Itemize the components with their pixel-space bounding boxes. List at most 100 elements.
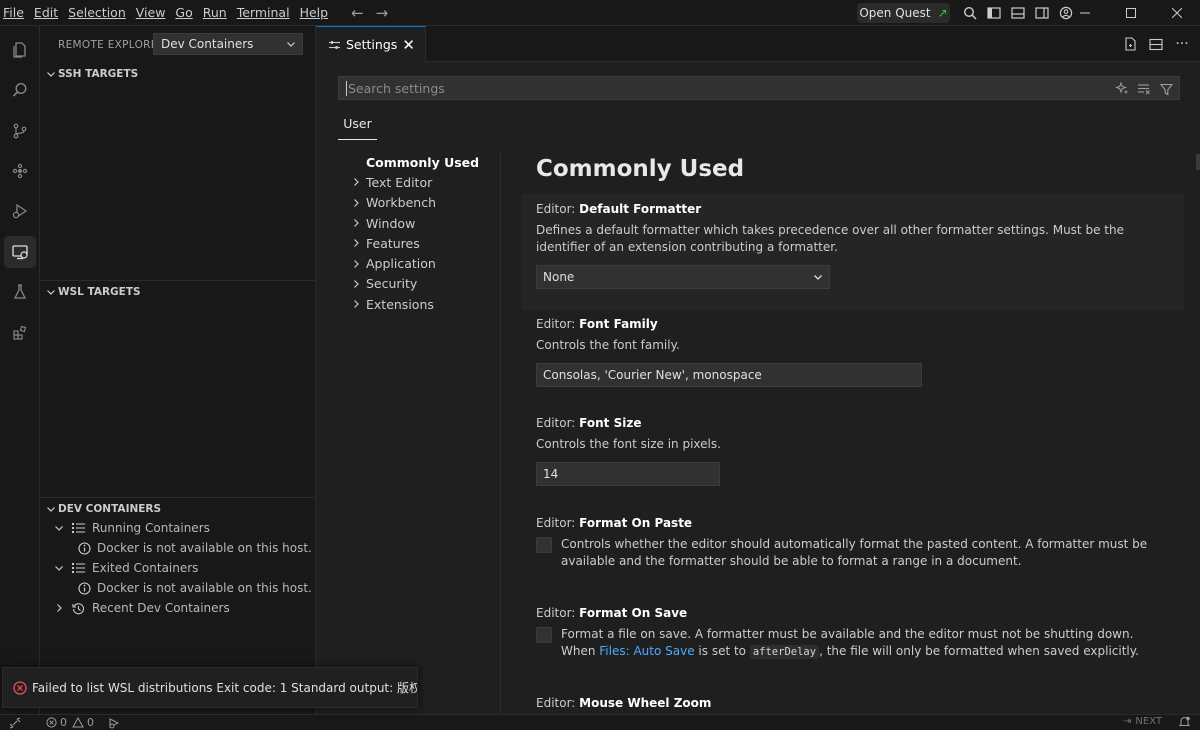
close-window-icon[interactable] — [1154, 0, 1200, 26]
list-icon — [70, 562, 86, 574]
minimize-icon[interactable] — [1062, 0, 1108, 26]
open-settings-json-icon[interactable] — [1120, 37, 1140, 51]
notifications-bell-icon[interactable] — [1178, 716, 1191, 730]
default-formatter-select[interactable]: None — [536, 265, 830, 289]
setting-description: Controls whether the editor should autom… — [561, 537, 1148, 568]
list-icon — [70, 522, 86, 534]
toc-item-commonly-used[interactable]: Commonly Used — [338, 152, 500, 172]
remote-explorer-sidebar: REMOTE EXPLORER Dev Containers SSH TARGE… — [40, 26, 316, 714]
files-auto-save-link[interactable]: Files: Auto Save — [599, 644, 694, 658]
toc-item-text-editor[interactable]: Text Editor — [338, 172, 500, 192]
toc-item-application[interactable]: Application — [338, 253, 500, 273]
menu-run[interactable]: Run — [198, 0, 232, 26]
toc-item-workbench[interactable]: Workbench — [338, 193, 500, 213]
chevron-right-icon — [348, 177, 364, 187]
extensions-icon[interactable] — [4, 155, 36, 187]
open-quest-button[interactable]: Open Quest ↗ — [857, 3, 950, 23]
settings-toc: Commonly Used Text Editor Workbench Wind… — [338, 152, 500, 314]
remote-type-dropdown[interactable]: Dev Containers — [153, 33, 303, 55]
section-wsl-targets[interactable]: WSL TARGETS — [40, 280, 315, 302]
close-tab-icon[interactable]: ✕ — [402, 36, 415, 54]
toggle-panel-icon[interactable] — [1006, 0, 1030, 26]
setting-checkbox-row: Controls whether the editor should autom… — [536, 536, 1170, 570]
setting-title: Editor: Font Family — [536, 317, 658, 331]
format-on-save-checkbox[interactable] — [536, 627, 552, 643]
settings-group-heading: Commonly Used — [536, 156, 745, 182]
format-on-paste-checkbox[interactable] — [536, 537, 552, 553]
setting-title: Editor: Format On Save — [536, 606, 688, 620]
toc-item-features[interactable]: Features — [338, 233, 500, 253]
more-actions-icon[interactable]: ··· — [1172, 36, 1192, 52]
toggle-primary-sidebar-icon[interactable] — [982, 0, 1006, 26]
chevron-right-icon — [348, 218, 364, 228]
menu-selection[interactable]: Selection — [63, 0, 131, 26]
error-icon — [13, 680, 27, 695]
next-arrow-icon: ⇥ — [1123, 716, 1132, 727]
menu-go[interactable]: Go — [170, 0, 197, 26]
window-controls — [1062, 0, 1200, 26]
tab-settings[interactable]: Settings ✕ — [316, 26, 426, 62]
error-notification[interactable]: Failed to list WSL distributions Exit co… — [2, 667, 418, 708]
toc-item-extensions[interactable]: Extensions — [338, 294, 500, 314]
menu-bar: File Edit Selection View Go Run Terminal… — [0, 0, 333, 26]
section-ssh-targets[interactable]: SSH TARGETS — [40, 63, 315, 85]
chevron-down-icon — [814, 275, 822, 280]
back-arrow-icon[interactable]: ← — [351, 4, 364, 22]
menu-edit[interactable]: Edit — [29, 0, 63, 26]
text-caret — [346, 80, 347, 96]
tree-item-docker-message: Docker is not available on this host. — [40, 578, 315, 598]
menu-terminal[interactable]: Terminal — [232, 0, 295, 26]
sparkle-icon[interactable] — [1113, 80, 1131, 98]
setting-checkbox-row: Format a file on save. A formatter must … — [536, 626, 1170, 661]
forward-arrow-icon[interactable]: → — [376, 4, 389, 22]
toc-item-window[interactable]: Window — [338, 213, 500, 233]
font-size-input[interactable]: 14 — [536, 462, 720, 486]
status-bar: 0 0 ⇥ NEXT — [0, 714, 1200, 730]
title-bar: File Edit Selection View Go Run Terminal… — [0, 0, 1200, 26]
testing-icon[interactable] — [4, 276, 36, 308]
ports-icon[interactable] — [108, 717, 120, 729]
filter-icon[interactable] — [1157, 80, 1175, 98]
menu-view[interactable]: View — [131, 0, 171, 26]
maximize-icon[interactable] — [1108, 0, 1154, 26]
external-arrow-icon: ↗ — [937, 6, 948, 20]
problems-indicator[interactable]: 0 0 — [46, 716, 94, 729]
menu-file[interactable]: File — [0, 0, 29, 26]
tree-item-running-containers[interactable]: Running Containers — [40, 518, 315, 538]
setting-format-on-save: Editor: Format On Save Format a file on … — [522, 598, 1184, 684]
extensions-grid-icon[interactable] — [4, 317, 36, 349]
setting-description: Controls the font size in pixels. — [536, 437, 721, 451]
run-debug-icon[interactable] — [4, 195, 36, 227]
info-icon — [78, 541, 91, 555]
section-dev-containers[interactable]: DEV CONTAINERS — [40, 497, 315, 519]
inline-code: afterDelay — [749, 645, 820, 659]
command-search-icon[interactable] — [958, 0, 982, 26]
error-icon — [46, 717, 57, 728]
scrollbar[interactable] — [1196, 154, 1200, 170]
explorer-icon[interactable] — [4, 34, 36, 66]
source-control-icon[interactable] — [4, 115, 36, 147]
remote-indicator-icon[interactable] — [0, 716, 30, 729]
tree-item-recent-dev-containers[interactable]: Recent Dev Containers — [40, 598, 315, 618]
settings-editor: Search settings User Commonly Used Text … — [316, 62, 1200, 714]
sidebar-title: REMOTE EXPLORER — [58, 38, 166, 51]
chevron-right-icon — [348, 238, 364, 248]
menu-help[interactable]: Help — [295, 0, 334, 26]
search-settings-input[interactable]: Search settings — [338, 76, 1180, 100]
search-icon[interactable] — [4, 74, 36, 106]
setting-title: Editor: Font Size — [536, 416, 642, 430]
history-icon — [70, 602, 86, 615]
chevron-down-icon — [44, 287, 58, 297]
font-family-input[interactable]: Consolas, 'Courier New', monospace — [536, 363, 922, 387]
remote-explorer-icon[interactable] — [4, 236, 36, 268]
setting-title: Editor: Mouse Wheel Zoom — [536, 696, 712, 710]
split-editor-icon[interactable] — [1146, 38, 1166, 51]
toc-item-security[interactable]: Security — [338, 274, 500, 294]
toggle-secondary-sidebar-icon[interactable] — [1030, 0, 1054, 26]
next-button[interactable]: ⇥ NEXT — [1123, 716, 1162, 727]
clear-filter-icon[interactable] — [1135, 80, 1153, 98]
tree-item-exited-containers[interactable]: Exited Containers — [40, 558, 315, 578]
setting-default-formatter: Editor: Default Formatter Defines a defa… — [522, 194, 1184, 310]
notification-message: Failed to list WSL distributions Exit co… — [32, 681, 417, 695]
tab-user-settings[interactable]: User — [338, 114, 377, 140]
